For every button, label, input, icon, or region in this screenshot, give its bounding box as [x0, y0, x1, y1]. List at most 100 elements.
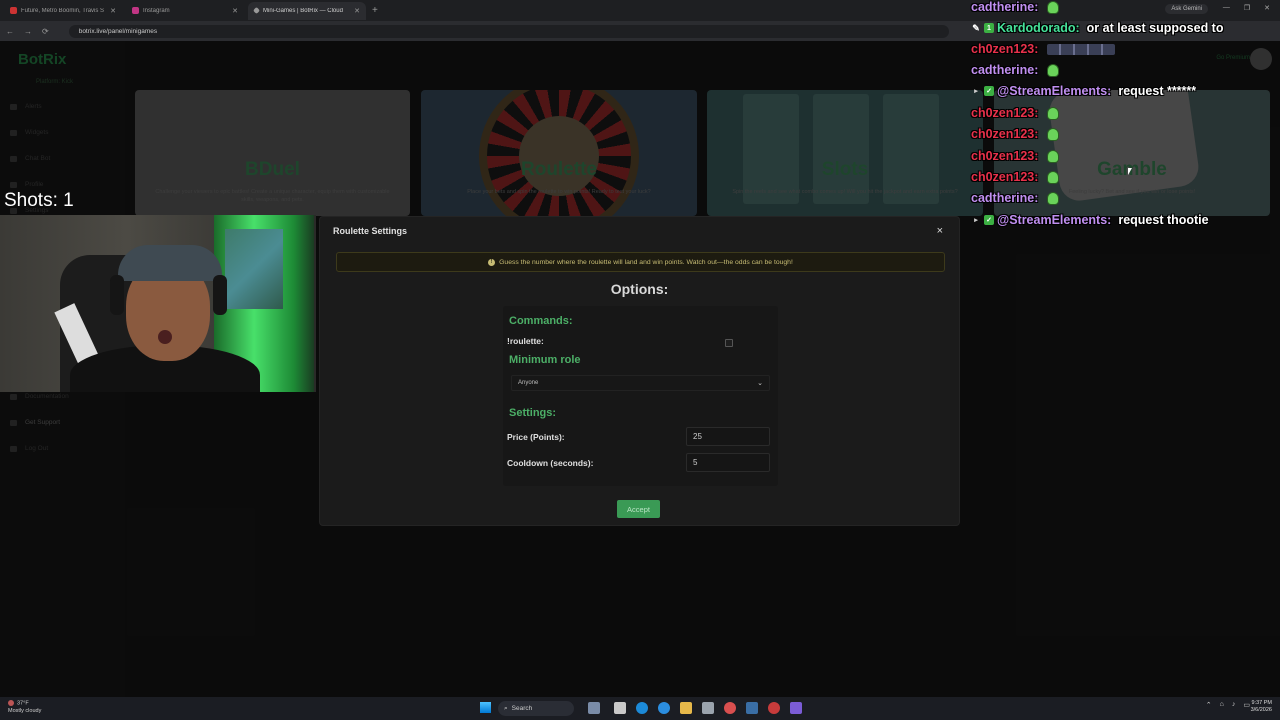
- minimum-role-select[interactable]: Anyone ⌄: [511, 375, 770, 391]
- battery-icon[interactable]: ▭: [1243, 701, 1250, 709]
- back-icon[interactable]: ←: [6, 27, 14, 36]
- info-alert: ! Guess the number where the roulette wi…: [336, 252, 945, 272]
- folder-icon[interactable]: [680, 702, 692, 714]
- search-label: Search: [511, 705, 533, 712]
- new-tab-icon[interactable]: +: [372, 5, 378, 16]
- green-ghost-emote-icon: [1047, 170, 1060, 184]
- browser-tab[interactable]: Future, Metro Boomin, Travis S ✕: [4, 2, 122, 20]
- chat-username: cadtherine:: [971, 63, 1039, 77]
- maximize-icon[interactable]: ❐: [1244, 4, 1250, 12]
- app-icon[interactable]: [768, 702, 780, 714]
- close-tab-icon[interactable]: ✕: [232, 7, 238, 15]
- screen: Future, Metro Boomin, Travis S ✕ Instagr…: [0, 0, 1280, 720]
- chevron-up-icon[interactable]: ⌃: [1206, 701, 1212, 709]
- close-tab-icon[interactable]: ✕: [354, 7, 360, 15]
- cooldown-label: Cooldown (seconds):: [507, 458, 594, 468]
- close-tab-icon[interactable]: ✕: [110, 7, 116, 15]
- chat-username: ch0zen123:: [971, 149, 1039, 163]
- weather-temp: 37°F: [17, 700, 29, 707]
- chat-username: ch0zen123:: [971, 127, 1039, 141]
- chat-message: ▸ ✓ @StreamElements: request thootie: [971, 213, 1208, 227]
- browser-tab-active[interactable]: Mini-Games | BotRix — Cloud ✕: [248, 1, 366, 20]
- wall-poster: [225, 229, 283, 309]
- forward-icon[interactable]: →: [24, 27, 32, 36]
- chat-username: ch0zen123:: [971, 170, 1039, 184]
- chat-username: @StreamElements:: [997, 84, 1112, 98]
- taskbar-clock[interactable]: 9:37 PM 3/6/2026: [1251, 700, 1272, 715]
- youtube-icon: [10, 7, 17, 14]
- cam-badge-icon: ▸: [974, 217, 978, 224]
- cam-badge-icon: ▸: [974, 88, 978, 95]
- system-tray: ⌃ ⌂ ♪ ▭: [1206, 701, 1250, 709]
- one-badge-icon: 1: [984, 23, 994, 33]
- chat-text: or at least supposed to: [1086, 21, 1224, 35]
- minimize-icon[interactable]: —: [1223, 4, 1230, 12]
- file-explorer-icon[interactable]: [614, 702, 626, 714]
- price-label: Price (Points):: [507, 432, 565, 442]
- close-window-icon[interactable]: ✕: [1264, 4, 1270, 12]
- taskbar: 37°F Mostly cloudy ⌕ Search ⌃ ⌂ ♪ ▭ 9:37…: [0, 697, 1280, 720]
- weather-desc: Mostly cloudy: [8, 707, 42, 714]
- tab-title: Mini-Games | BotRix — Cloud: [263, 7, 343, 14]
- clock-time: 9:37 PM: [1251, 700, 1272, 706]
- weather-widget[interactable]: 37°F Mostly cloudy: [8, 700, 41, 715]
- chat-message: cadtherine:: [971, 0, 1060, 14]
- windows-start-icon[interactable]: [480, 702, 491, 713]
- headphone-left: [110, 275, 124, 315]
- reload-icon[interactable]: ⟳: [42, 27, 49, 36]
- shots-counter: Shots: 1: [4, 190, 74, 211]
- botrix-icon: [252, 6, 261, 15]
- options-heading: Options:: [610, 281, 669, 297]
- ask-gemini-button[interactable]: Ask Gemini: [1165, 4, 1208, 14]
- options-panel: Commands: !roulette: Minimum role Anyone…: [503, 306, 778, 486]
- alert-text: Guess the number where the roulette will…: [499, 258, 793, 266]
- accept-button[interactable]: Accept: [617, 500, 660, 518]
- chat-message: ch0zen123:: [971, 106, 1060, 120]
- url-field[interactable]: botrix.live/panel/minigames: [68, 24, 949, 38]
- search-icon: ⌕: [504, 704, 508, 712]
- chat-message: ch0zen123:: [971, 170, 1060, 184]
- command-label: !roulette:: [507, 336, 544, 346]
- chat-message: cadtherine:: [971, 63, 1060, 77]
- warning-icon: !: [488, 258, 496, 266]
- chat-message: ch0zen123:: [971, 149, 1060, 163]
- modal-title: Roulette Settings: [333, 226, 408, 236]
- green-ghost-emote-icon: [1047, 63, 1060, 77]
- network-icon[interactable]: ⌂: [1220, 701, 1224, 709]
- tab-title: Instagram: [143, 7, 170, 14]
- green-ghost-emote-icon: [1047, 0, 1060, 14]
- settings-icon[interactable]: [702, 702, 714, 714]
- discord-icon[interactable]: [790, 702, 802, 714]
- roulette-settings-modal: Roulette Settings × ! Guess the number w…: [319, 216, 960, 526]
- mouse-cursor-icon: [1128, 168, 1132, 175]
- window-controls: — ❐ ✕: [1223, 4, 1270, 12]
- instagram-icon: [132, 7, 139, 14]
- green-ghost-emote-icon: [1047, 191, 1060, 205]
- chrome-alt-icon[interactable]: [658, 702, 670, 714]
- close-icon[interactable]: ×: [937, 225, 943, 237]
- cooldown-input[interactable]: 5: [686, 453, 770, 472]
- chat-message: ✎ 1 Kardodorado: or at least supposed to: [971, 21, 1223, 35]
- emote-strip-icon: [1047, 43, 1116, 55]
- streamer-headwear: [118, 245, 222, 281]
- browser-tab[interactable]: Instagram ✕: [126, 2, 244, 20]
- green-ghost-emote-icon: [1047, 127, 1060, 141]
- chrome-icon[interactable]: [724, 702, 736, 714]
- chat-username: cadtherine:: [971, 0, 1039, 14]
- price-input[interactable]: 25: [686, 427, 770, 446]
- select-value: Anyone: [518, 380, 539, 386]
- webcam-feed: [0, 215, 316, 392]
- chat-message: ▸ ✓ @StreamElements: request ******: [971, 84, 1196, 98]
- taskbar-search[interactable]: ⌕ Search: [498, 701, 574, 716]
- volume-icon[interactable]: ♪: [1232, 701, 1236, 709]
- edge-icon[interactable]: [636, 702, 648, 714]
- tab-title: Future, Metro Boomin, Travis S: [21, 7, 105, 14]
- task-view-icon[interactable]: [588, 702, 600, 714]
- command-toggle-checkbox[interactable]: [725, 339, 733, 347]
- chat-username: @StreamElements:: [997, 213, 1112, 227]
- steam-icon[interactable]: [746, 702, 758, 714]
- green-ghost-emote-icon: [1047, 106, 1060, 120]
- headphone-right: [213, 275, 227, 315]
- green-ghost-emote-icon: [1047, 149, 1060, 163]
- chat-username: Kardodorado:: [997, 21, 1080, 35]
